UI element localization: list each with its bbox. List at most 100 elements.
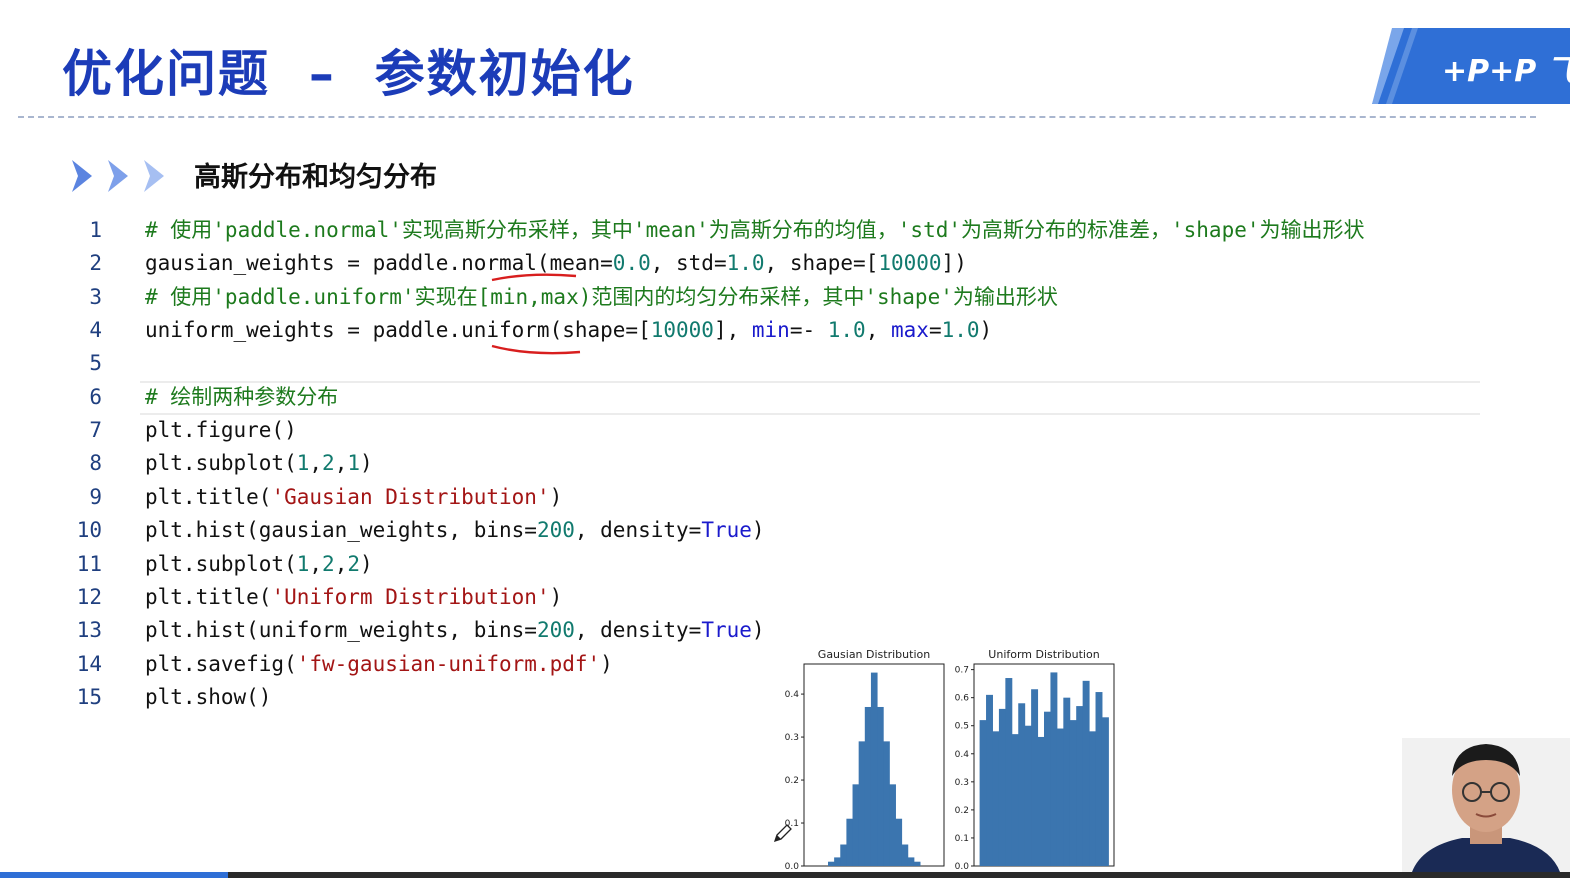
code-token: plt.figure(): [145, 418, 297, 443]
uniform-chart: Uniform Distribution 0.0 0.1 0.2 0.3 0.4 0.5 0.…: [955, 648, 1115, 872]
y-tick-label: 0.2: [785, 776, 799, 786]
code-line: 12 plt.title('Uniform Distribution'): [0, 581, 1500, 614]
code-token: plt.hist(uniform_weights, bins=: [145, 618, 537, 643]
histogram-bar: [846, 818, 854, 866]
logo-label: 飞桨: [1547, 54, 1570, 89]
line-number: 9: [89, 484, 102, 509]
code-token: uniform_weights = paddle.uniform(shape=[: [145, 318, 651, 343]
histogram-bar: [1069, 720, 1077, 866]
histogram-bar: [1011, 734, 1019, 866]
title-divider: [18, 116, 1536, 118]
histogram-bar: [1024, 725, 1032, 866]
histogram-bar: [1076, 706, 1084, 866]
annotation-underline-uniform: [491, 344, 581, 355]
code-token: plt.title(: [145, 584, 272, 609]
code-token: 'Uniform Distribution': [271, 584, 550, 609]
video-progress-fill: [0, 872, 228, 878]
code-token: ,: [334, 451, 348, 476]
code-token: ]): [941, 251, 967, 276]
code-token: ): [360, 451, 373, 476]
code-text: # 使用'paddle.uniform'实现在[min,max)范围内的均匀分布…: [145, 281, 1058, 314]
logo-text: +P+P 飞桨: [1442, 46, 1570, 90]
code-token: 10000: [878, 251, 942, 276]
code-token: plt.subplot(: [145, 451, 297, 476]
code-token: , shape=[: [764, 251, 879, 276]
line-number: 15: [76, 684, 102, 709]
code-token: ,: [865, 318, 891, 343]
code-text: plt.title('Gausian Distribution'): [145, 481, 562, 514]
histogram-bar: [852, 784, 860, 866]
code-token: 200: [536, 518, 575, 543]
code-line: 3 # 使用'paddle.uniform'实现在[min,max)范围内的均匀分…: [0, 281, 1500, 314]
histogram-bar: [889, 784, 896, 866]
video-progress-track[interactable]: [0, 872, 1570, 878]
line-number: 5: [89, 351, 102, 376]
code-token: min: [751, 318, 790, 343]
y-tick-label: 0.6: [955, 694, 970, 704]
code-token: 'fw-gausian-uniform.pdf': [296, 651, 601, 676]
code-token: 1: [296, 551, 310, 576]
y-tick-label: 0.3: [785, 733, 799, 743]
code-text: plt.savefig('fw-gausian-uniform.pdf'): [145, 648, 613, 681]
histogram-bar: [998, 708, 1006, 866]
line-number: 13: [76, 618, 102, 643]
code-token: ,: [309, 451, 323, 476]
code-line: 5: [0, 347, 1500, 380]
histogram-bar: [834, 857, 841, 866]
code-text: plt.hist(uniform_weights, bins=200, dens…: [145, 614, 765, 647]
code-token: ): [979, 318, 993, 343]
code-token: ): [751, 618, 765, 643]
code-token: , density=: [574, 518, 702, 543]
code-line: 6 # 绘制两种参数分布: [0, 381, 1500, 414]
code-token: 1: [347, 451, 360, 476]
code-token: 200: [536, 618, 575, 643]
code-line: 9 plt.title('Gausian Distribution'): [0, 481, 1500, 514]
code-token: plt.show(): [145, 684, 272, 709]
code-token: ,: [334, 551, 348, 576]
y-tick-label: 0.1: [955, 834, 969, 844]
code-token: ): [549, 484, 563, 509]
y-tick-label: 0.4: [955, 750, 970, 760]
code-token: ],: [713, 318, 752, 343]
histogram-bar: [870, 672, 878, 866]
histogram-bar: [858, 741, 866, 866]
pen-cursor-icon: [773, 824, 792, 843]
chart-title: Gausian Distribution: [818, 648, 930, 661]
line-number: 3: [89, 284, 102, 309]
line-number: 2: [89, 251, 102, 276]
histogram-bar: [1101, 717, 1109, 866]
code-token: plt.title(: [145, 484, 272, 509]
presenter-webcam: [1402, 738, 1570, 872]
code-token: 'Gausian Distribution': [271, 484, 550, 509]
line-number: 14: [76, 651, 102, 676]
histogram-bar: [1056, 728, 1064, 866]
histogram-bar: [1031, 689, 1039, 866]
code-token: ,: [309, 551, 323, 576]
line-number: 11: [76, 551, 102, 576]
line-number: 7: [89, 418, 102, 443]
histogram-bar: [901, 844, 909, 866]
code-text: plt.subplot(1,2,2): [145, 548, 373, 581]
code-token: plt.savefig(: [145, 651, 297, 676]
code-line: 13 plt.hist(uniform_weights, bins=200, de…: [0, 614, 1500, 647]
histogram-bar: [913, 861, 921, 866]
histogram-bar: [1089, 731, 1097, 866]
code-line: 14 plt.savefig('fw-gausian-uniform.pdf'): [0, 648, 1500, 681]
code-line: 10 plt.hist(gausian_weights, bins=200, de…: [0, 514, 1500, 547]
histogram-bar: [986, 694, 993, 866]
code-token: # 使用'paddle.uniform'实现在[min,max)范围内的均匀分布…: [145, 284, 1058, 309]
histogram-bar: [864, 706, 872, 866]
code-text: # 绘制两种参数分布: [145, 381, 338, 414]
line-number: 12: [76, 584, 102, 609]
histogram-bar: [840, 844, 847, 866]
code-line: 4 uniform_weights = paddle.uniform(shape=…: [0, 314, 1500, 347]
line-number: 6: [89, 384, 102, 409]
code-text: plt.show(): [145, 681, 271, 714]
code-token: # 使用'paddle.normal'实现高斯分布采样，其中'mean'为高斯分…: [145, 218, 1365, 242]
code-token: True: [701, 618, 752, 643]
code-line: 11 plt.subplot(1,2,2): [0, 548, 1500, 581]
code-token: True: [701, 518, 752, 543]
histogram-bar: [1082, 680, 1090, 866]
line-number: 1: [89, 218, 102, 242]
code-text: plt.title('Uniform Distribution'): [145, 581, 562, 614]
